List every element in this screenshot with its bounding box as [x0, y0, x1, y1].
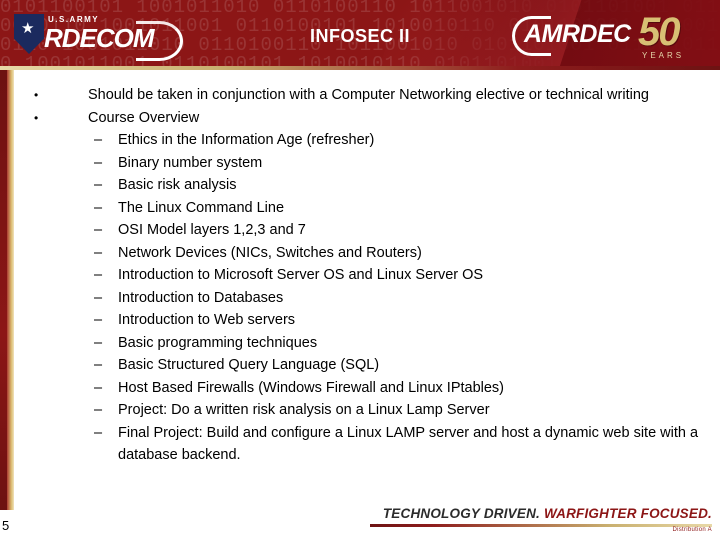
bullet-text: Basic risk analysis	[118, 177, 237, 193]
left-accent-stripe-inner	[0, 70, 7, 510]
bullet-text: The Linux Command Line	[118, 199, 285, 216]
dash-marker-icon: –	[94, 199, 103, 216]
bullet-item-level2: – OSI Model layers 1,2,3 and 7	[22, 219, 712, 242]
bullet-text: Introduction to Databases	[118, 289, 284, 306]
slide-header-banner: 0101100101 1001011010 0110100110 1011001…	[0, 0, 720, 70]
footer-tagline: TECHNOLOGY DRIVEN. WARFIGHTER FOCUSED.	[370, 506, 712, 521]
dash-marker-icon: –	[94, 289, 103, 306]
bullet-text: Final Project: Build and configure a Lin…	[118, 424, 699, 464]
bullet-text: Host Based Firewalls (Windows Firewall a…	[118, 379, 505, 396]
bullet-text: OSI Model layers 1,2,3 and 7	[118, 222, 306, 238]
slide-body-bullet-list: • Should be taken in conjunction with a C…	[22, 84, 712, 467]
bullet-marker-icon: •	[34, 88, 39, 102]
footer-distribution-note: Distribution A	[672, 527, 712, 533]
dash-marker-icon: –	[94, 424, 103, 441]
slide-title: INFOSEC II	[309, 26, 410, 46]
dash-marker-icon: –	[94, 402, 103, 418]
dash-marker-icon: –	[94, 379, 103, 396]
footer-tagline-tail: WARFIGHTER FOCUSED.	[543, 506, 712, 521]
bullet-item-level2: – Ethics in the Information Age (refreshe…	[22, 129, 712, 152]
bullet-item-level1: • Course Overview	[22, 107, 712, 130]
bullet-text: Introduction to Microsoft Server OS and …	[118, 267, 484, 283]
bullet-text: Ethics in the Information Age (refresher…	[118, 132, 375, 148]
bullet-marker-icon: •	[34, 110, 39, 125]
footer-tagline-lead: TECHNOLOGY DRIVEN.	[382, 506, 540, 521]
dash-marker-icon: –	[94, 312, 103, 328]
dash-marker-icon: –	[94, 334, 103, 351]
dash-marker-icon: –	[94, 357, 103, 373]
bullet-item-level2: – Basic programming techniques	[22, 332, 712, 355]
bullet-item-level2: – Project: Do a written risk analysis on …	[22, 399, 712, 422]
bullet-item-level2: – Final Project: Build and configure a Li…	[22, 422, 712, 467]
bullet-text: Network Devices (NICs, Switches and Rout…	[118, 244, 422, 261]
bullet-item-level2: – Introduction to Web servers	[22, 309, 712, 332]
bullet-text: Course Overview	[88, 109, 200, 126]
bullet-text: Introduction to Web servers	[118, 312, 296, 328]
header-divider	[0, 66, 720, 70]
bullet-item-level2: – Basic risk analysis	[22, 174, 712, 197]
bullet-item-level2: – The Linux Command Line	[22, 197, 712, 220]
bullet-item-level2: – Network Devices (NICs, Switches and Rou…	[22, 242, 712, 265]
bullet-text: Should be taken in conjunction with a Co…	[88, 87, 649, 103]
dash-marker-icon: –	[94, 132, 103, 148]
bullet-text: Project: Do a written risk analysis on a…	[118, 402, 490, 418]
bullet-item-level2: – Binary number system	[22, 152, 712, 175]
dash-marker-icon: –	[94, 177, 103, 193]
dash-marker-icon: –	[94, 244, 103, 261]
bullet-item-level2: – Introduction to Databases	[22, 287, 712, 310]
bullet-text: Basic Structured Query Language (SQL)	[118, 357, 380, 373]
anniversary-label: YEARS	[642, 51, 685, 60]
bullet-item-level2: – Basic Structured Query Language (SQL)	[22, 354, 712, 377]
page-number: 5	[2, 518, 10, 533]
bullet-text: Binary number system	[118, 154, 263, 171]
dash-marker-icon: –	[94, 222, 103, 238]
dash-marker-icon: –	[94, 154, 103, 171]
bullet-item-level2: – Introduction to Microsoft Server OS and…	[22, 264, 712, 287]
bullet-item-level1: • Should be taken in conjunction with a C…	[22, 84, 712, 107]
bullet-item-level2: – Host Based Firewalls (Windows Firewall …	[22, 377, 712, 400]
bullet-text: Basic programming techniques	[118, 334, 318, 351]
dash-marker-icon: –	[94, 267, 103, 283]
